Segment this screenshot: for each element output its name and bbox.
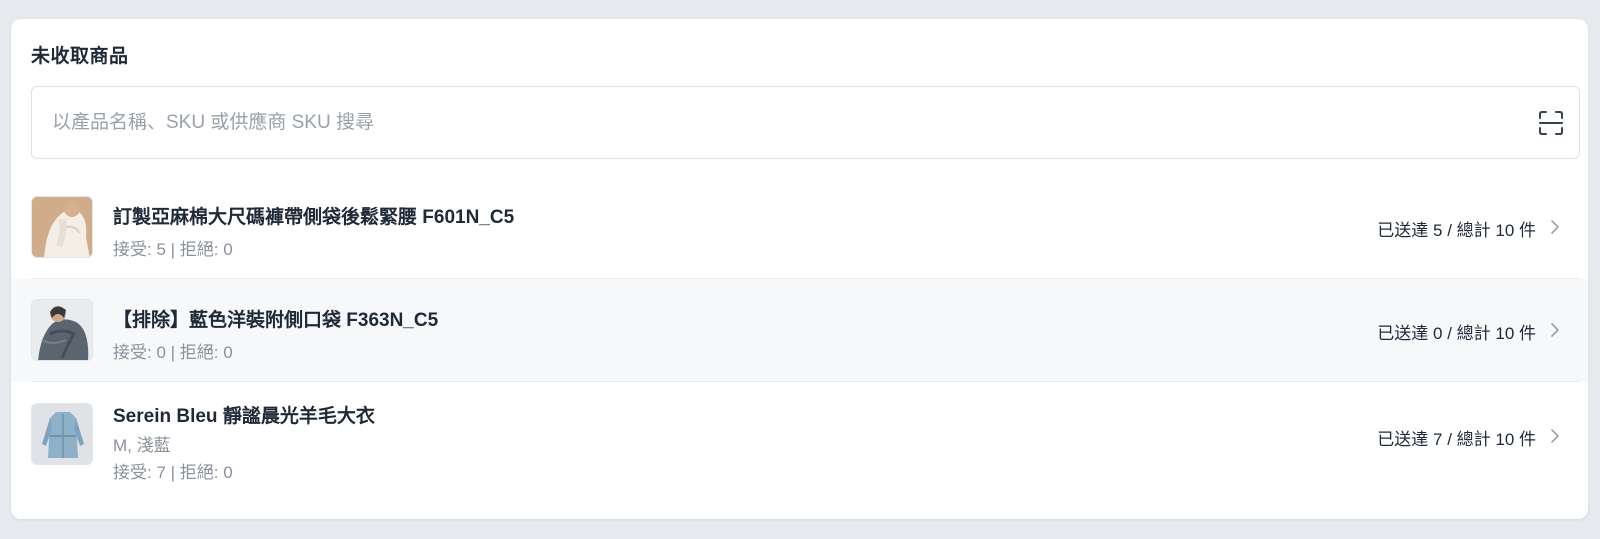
- item-info: 訂製亞麻棉大尺碼褲帶側袋後鬆緊腰 F601N_C5 接受: 5 | 拒絕: 0: [113, 202, 514, 260]
- delivery-status: 已送達 0 / 總計 10 件: [1377, 324, 1536, 343]
- unreceived-products-card: 未收取商品 訂製亞麻棉大尺碼褲帶側袋後鬆緊腰: [11, 19, 1588, 519]
- item-variant: M, 淺藍: [113, 436, 171, 455]
- product-thumbnail: [31, 403, 93, 465]
- delivery-status: 已送達 5 / 總計 10 件: [1377, 221, 1536, 240]
- product-thumbnail: [31, 299, 93, 361]
- item-counts: 接受: 5 | 拒絕: 0: [113, 240, 233, 259]
- barcode-scan-icon[interactable]: [1537, 109, 1565, 137]
- list-item[interactable]: 【排除】藍色洋裝附側口袋 F363N_C5 接受: 0 | 拒絕: 0 已送達 …: [11, 279, 1588, 382]
- item-counts: 接受: 0 | 拒絕: 0: [113, 343, 233, 362]
- list-item[interactable]: 訂製亞麻棉大尺碼褲帶側袋後鬆緊腰 F601N_C5 接受: 5 | 拒絕: 0 …: [11, 176, 1588, 279]
- product-photo-beige-icon: [32, 197, 92, 257]
- item-info: 【排除】藍色洋裝附側口袋 F363N_C5 接受: 0 | 拒絕: 0: [113, 305, 438, 363]
- list-item[interactable]: Serein Bleu 靜謐晨光羊毛大衣 M, 淺藍 接受: 7 | 拒絕: 0…: [11, 382, 1588, 502]
- chevron-right-icon: [1551, 323, 1559, 337]
- chevron-right-icon: [1551, 429, 1559, 443]
- section-title: 未收取商品: [31, 46, 129, 67]
- search-input[interactable]: [52, 87, 1472, 158]
- product-photo-grey-icon: [32, 300, 92, 360]
- product-thumbnail: [31, 196, 93, 258]
- delivery-status: 已送達 7 / 總計 10 件: [1377, 430, 1536, 449]
- chevron-right-icon: [1551, 220, 1559, 234]
- search-box: [31, 86, 1580, 159]
- item-title: 【排除】藍色洋裝附側口袋 F363N_C5: [113, 310, 439, 331]
- item-title: Serein Bleu 靜謐晨光羊毛大衣: [113, 406, 375, 427]
- item-info: Serein Bleu 靜謐晨光羊毛大衣 M, 淺藍 接受: 7 | 拒絕: 0: [113, 401, 375, 483]
- item-counts: 接受: 7 | 拒絕: 0: [113, 463, 233, 482]
- product-photo-blue-coat-icon: [32, 404, 92, 464]
- item-title: 訂製亞麻棉大尺碼褲帶側袋後鬆緊腰 F601N_C5: [113, 207, 515, 228]
